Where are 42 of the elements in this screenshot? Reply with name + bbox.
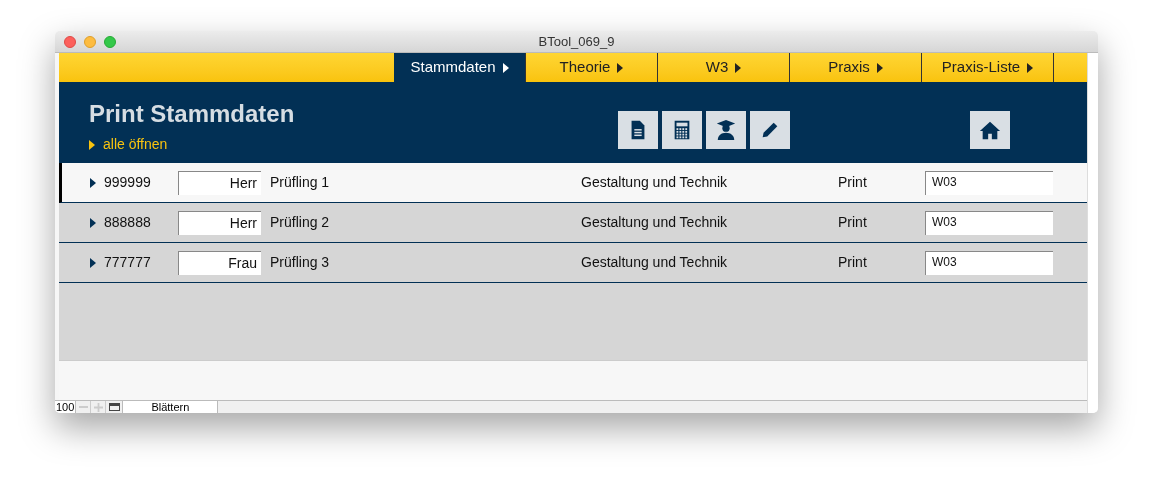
salutation-field[interactable]: Frau [178, 250, 261, 275]
triangle-icon [1027, 62, 1034, 73]
subject-text: Gestaltung und Technik [581, 253, 729, 272]
salutation-field[interactable]: Herr [178, 210, 261, 235]
type-text: Print [838, 173, 868, 192]
window-title: BTool_069_9 [538, 32, 615, 51]
code-field[interactable]: W03 [925, 170, 1053, 195]
name-text: Prüfling 2 [270, 213, 331, 232]
triangle-icon [90, 256, 96, 269]
triangle-icon [502, 62, 509, 73]
mode-label: Blättern [123, 401, 219, 413]
page-title: Print Stammdaten [89, 100, 295, 128]
record-row[interactable]: 999999 Herr Prüfling 1 Gestaltung und Technik Print W03 [59, 163, 1087, 203]
document-icon[interactable] [618, 111, 659, 149]
graduate-icon[interactable] [706, 111, 747, 149]
type-text: Print [838, 213, 868, 232]
triangle-icon [89, 138, 95, 151]
triangle-icon [617, 62, 624, 73]
triangle-icon [876, 62, 883, 73]
pencil-icon[interactable] [750, 111, 791, 149]
close-button[interactable] [64, 36, 76, 48]
expand-all-link[interactable]: alle öffnen [89, 134, 295, 155]
zoom-level: 100 [55, 401, 77, 413]
record-row[interactable]: 777777 Frau Prüfling 3 Gestaltung und Technik Print W03 [59, 243, 1087, 283]
home-icon[interactable] [970, 111, 1011, 149]
triangle-icon [90, 216, 96, 229]
calculator-icon[interactable] [662, 111, 703, 149]
subject-text: Gestaltung und Technik [581, 213, 729, 232]
id-text: 999999 [104, 173, 152, 192]
salutation-field[interactable]: Herr [178, 170, 261, 195]
triangle-icon [90, 176, 96, 189]
id-text: 777777 [104, 253, 152, 272]
code-field[interactable]: W03 [925, 210, 1053, 235]
id-text: 888888 [104, 213, 152, 232]
type-text: Print [838, 253, 868, 272]
subject-text: Gestaltung und Technik [581, 173, 729, 192]
record-row[interactable]: 888888 Herr Prüfling 2 Gestaltung und Technik Print W03 [59, 203, 1087, 243]
triangle-icon [735, 62, 742, 73]
code-field[interactable]: W03 [925, 250, 1053, 275]
nav-tab[interactable]: Stammdaten [394, 53, 526, 82]
name-text: Prüfling 3 [270, 253, 331, 272]
name-text: Prüfling 1 [270, 173, 331, 192]
